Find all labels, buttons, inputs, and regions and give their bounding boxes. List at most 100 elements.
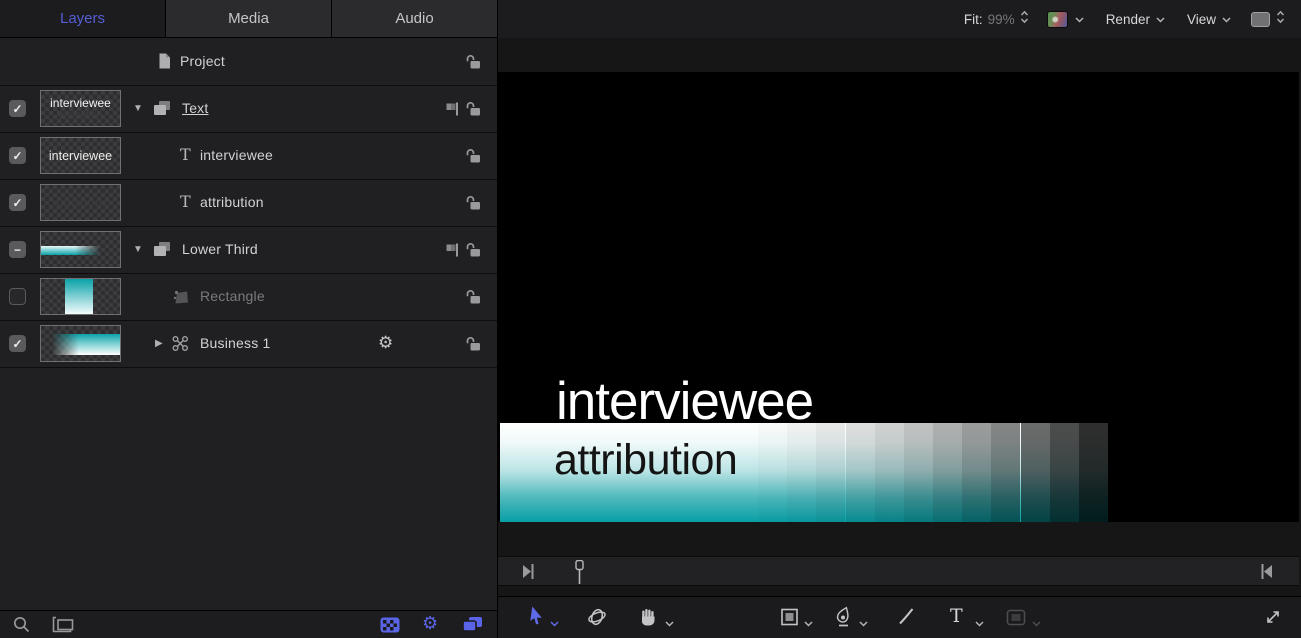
text-layer-icon: T	[180, 146, 191, 164]
disclosure-open-icon[interactable]: ▼	[133, 103, 143, 114]
visibility-checkbox[interactable]	[9, 288, 26, 305]
canvas-tools-toolbar: T	[498, 596, 1301, 638]
gear-icon[interactable]: ⚙	[378, 334, 393, 351]
search-icon[interactable]	[12, 615, 32, 638]
layer-label[interactable]: Rectangle	[200, 288, 265, 304]
project-canvas[interactable]: interviewee attribution	[498, 72, 1299, 522]
layer-label: Project	[180, 53, 225, 69]
text-tool-icon[interactable]: T	[950, 606, 963, 626]
unlock-icon[interactable]	[464, 241, 483, 263]
zoom-value[interactable]: 99%	[988, 12, 1015, 27]
layer-label[interactable]: attribution	[200, 194, 264, 210]
chevron-down-icon[interactable]	[1075, 10, 1084, 28]
canvas-title-text[interactable]: interviewee	[556, 375, 813, 428]
layer-row-attribution[interactable]: ✓ attribution T attribution	[0, 180, 497, 227]
group-icon	[152, 100, 172, 122]
chevron-down-icon[interactable]	[1156, 10, 1165, 28]
visibility-checkbox[interactable]: ✓	[9, 335, 26, 352]
disclosure-closed-icon[interactable]: ▶	[155, 338, 163, 349]
layer-thumbnail[interactable]	[40, 325, 121, 362]
transform-3d-tool-icon[interactable]	[586, 607, 608, 632]
settings-gear-icon[interactable]: ⚙	[422, 614, 438, 632]
rectangle-shape-tool-icon[interactable]	[780, 608, 799, 631]
layer-thumbnail[interactable]	[40, 231, 121, 268]
chevron-down-icon[interactable]	[665, 614, 674, 632]
fade-strip	[1050, 423, 1079, 522]
thumb-text: interviewee	[49, 149, 112, 163]
fade-strip	[991, 423, 1020, 522]
visibility-checkbox-mixed[interactable]: −	[9, 241, 26, 258]
layer-row-rectangle[interactable]: Rectangle	[0, 274, 497, 321]
layer-thumbnail[interactable]: interviewee	[40, 137, 121, 174]
unlock-icon[interactable]	[464, 194, 483, 216]
play-range-in-marker[interactable]	[522, 563, 535, 585]
canvas-toolbar-top: Fit: 99% Render View	[498, 0, 1301, 38]
flag-icon[interactable]	[445, 242, 460, 263]
layer-label[interactable]: interviewee	[200, 147, 273, 163]
visibility-checkbox[interactable]: ✓	[9, 194, 26, 211]
playhead[interactable]	[575, 560, 584, 590]
replicator-icon	[171, 335, 191, 357]
fade-strip	[933, 423, 962, 522]
select-arrow-tool-icon[interactable]	[526, 606, 544, 632]
pan-hand-tool-icon[interactable]	[638, 607, 658, 632]
panel-tabbar: Layers Media Audio	[0, 0, 497, 38]
layer-thumbnail[interactable]: interviewee attribution	[40, 90, 121, 127]
mini-timeline[interactable]	[498, 556, 1299, 586]
layer-row-text-group[interactable]: ✓ interviewee attribution ▼ Text	[0, 86, 497, 133]
fade-strip	[787, 423, 816, 522]
chevron-down-icon[interactable]	[1222, 10, 1231, 28]
layer-thumbnail[interactable]: attribution	[40, 184, 121, 221]
preview-area-icon[interactable]	[52, 616, 74, 638]
unlock-icon[interactable]	[464, 53, 483, 75]
check-icon: ✓	[12, 103, 22, 115]
layer-label[interactable]: Lower Third	[182, 241, 258, 257]
paint-stroke-tool-icon[interactable]	[897, 607, 915, 631]
visibility-checkbox[interactable]: ✓	[9, 147, 26, 164]
resize-panel-icon[interactable]	[1264, 608, 1282, 631]
canvas-subtitle-text[interactable]: attribution	[554, 439, 737, 482]
visibility-checkbox[interactable]: ✓	[9, 100, 26, 117]
thumb-text: attribution	[53, 196, 108, 210]
project-file-icon	[157, 52, 172, 75]
disclosure-open-icon[interactable]: ▼	[133, 244, 143, 255]
tab-layers[interactable]: Layers	[0, 0, 166, 37]
render-menu[interactable]: Render	[1106, 12, 1150, 27]
tab-media[interactable]: Media	[166, 0, 332, 37]
background-color-well[interactable]	[1251, 12, 1270, 27]
flag-icon[interactable]	[445, 101, 460, 122]
unlock-icon[interactable]	[464, 147, 483, 169]
unlock-icon[interactable]	[464, 100, 483, 122]
layers-panel-footer: ⚙	[0, 610, 497, 638]
check-icon: ✓	[12, 197, 22, 209]
unlock-icon[interactable]	[464, 335, 483, 357]
chevron-down-icon[interactable]	[975, 614, 984, 632]
layer-label[interactable]: Business 1	[200, 335, 270, 351]
channel-preview-swatch[interactable]	[1047, 11, 1068, 28]
tab-audio[interactable]: Audio	[332, 0, 497, 37]
fade-strip	[962, 423, 991, 522]
bezier-pen-tool-icon[interactable]	[834, 606, 852, 632]
chevron-down-icon[interactable]	[859, 614, 868, 632]
motion-window: Layers Media Audio Project ✓ interviewee	[0, 0, 1301, 638]
unlock-icon[interactable]	[464, 288, 483, 310]
chevron-down-icon[interactable]	[804, 614, 813, 632]
view-menu[interactable]: View	[1187, 12, 1216, 27]
layers-stack-icon[interactable]	[462, 616, 483, 638]
zoom-stepper-icon[interactable]	[1020, 10, 1029, 29]
lower-third-bar[interactable]: attribution	[500, 423, 1108, 522]
layers-list: Project ✓ interviewee attribution ▼ Text	[0, 39, 497, 610]
mask-tool-icon[interactable]	[1006, 609, 1026, 631]
layer-row-lower-third[interactable]: − ▼ Lower Third	[0, 227, 497, 274]
layer-thumbnail[interactable]	[40, 278, 121, 315]
layer-row-interviewee[interactable]: ✓ interviewee T interviewee	[0, 133, 497, 180]
transparency-checkerboard-icon[interactable]	[380, 617, 400, 638]
layer-label[interactable]: Text	[182, 100, 208, 116]
layer-row-business-1[interactable]: ✓ ▶ Business 1 ⚙	[0, 321, 497, 368]
layer-row-project[interactable]: Project	[0, 39, 497, 86]
chevron-down-icon[interactable]	[1032, 614, 1041, 632]
stepper-icon[interactable]	[1276, 10, 1285, 29]
play-range-out-marker[interactable]	[1260, 563, 1273, 585]
chevron-down-icon[interactable]	[550, 614, 559, 632]
fade-strip	[758, 423, 787, 522]
